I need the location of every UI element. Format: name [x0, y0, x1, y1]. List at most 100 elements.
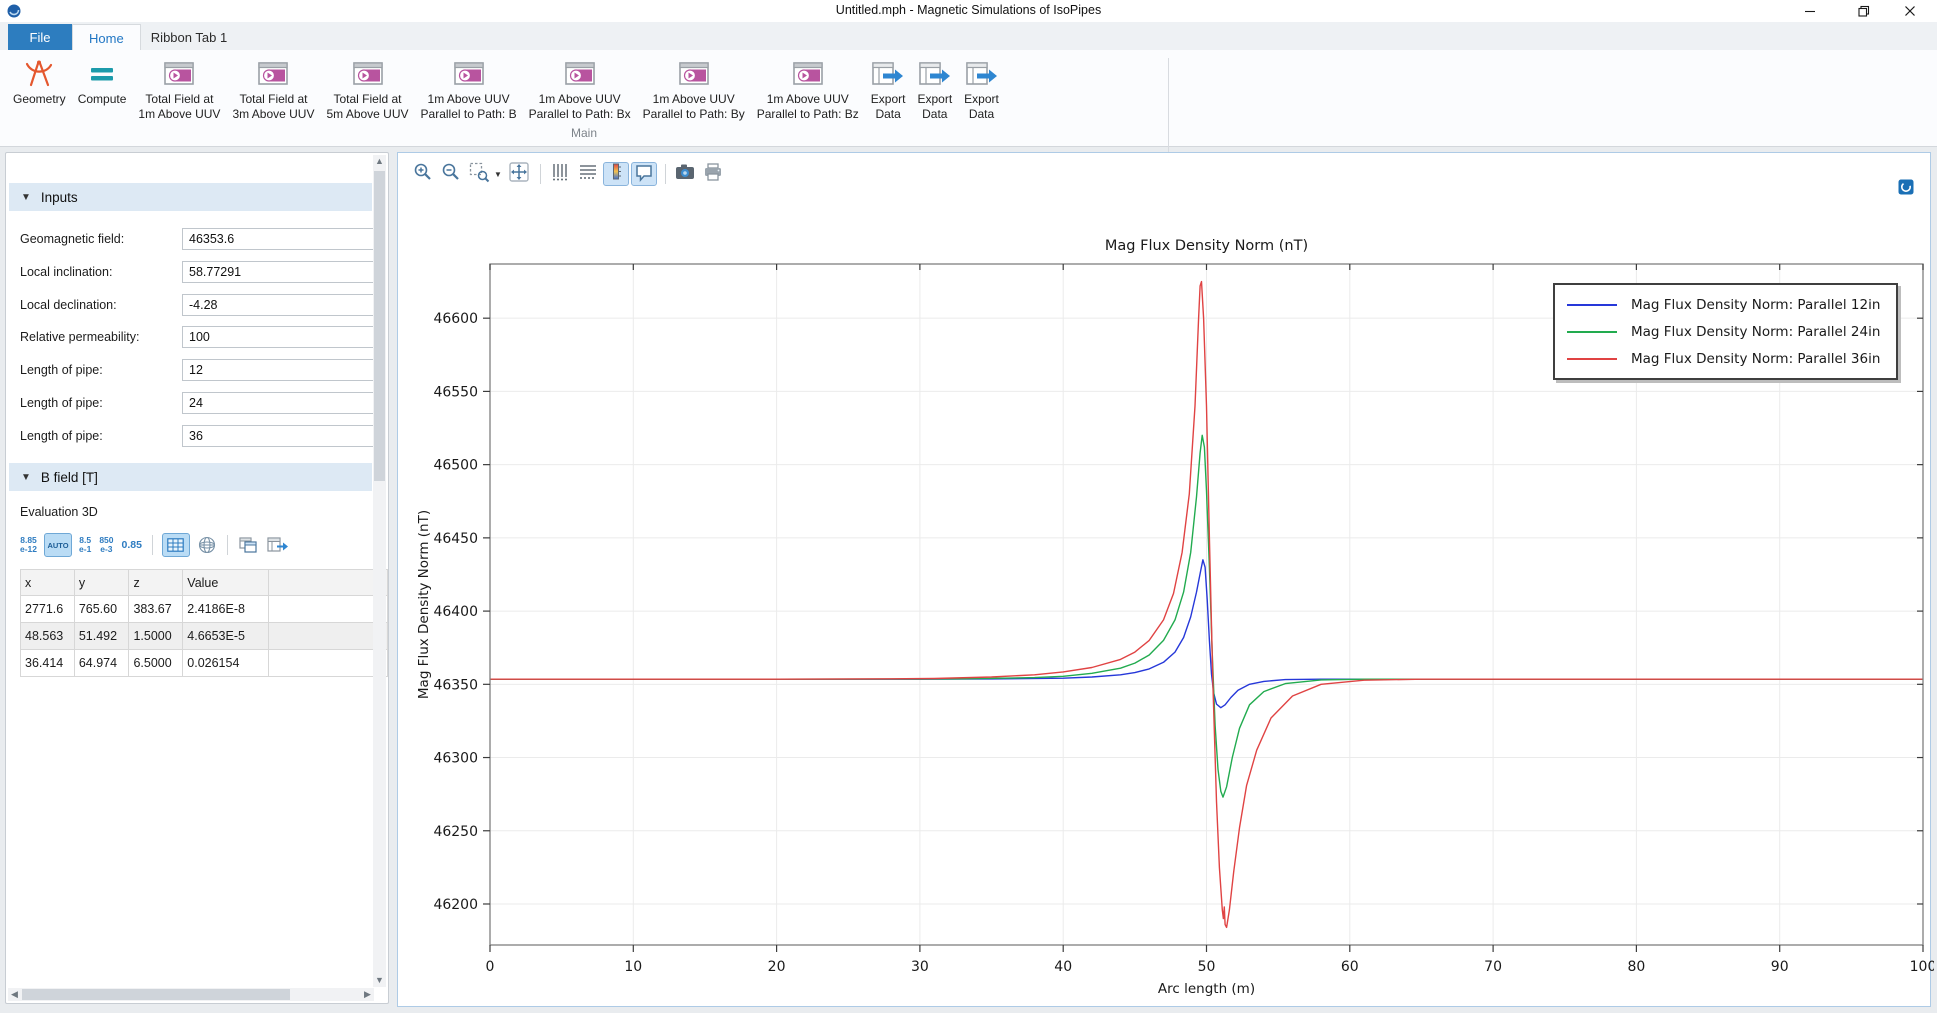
zoom-in-button[interactable]	[410, 162, 436, 186]
table-cell: 6.5000	[129, 650, 183, 677]
svg-text:90: 90	[1771, 959, 1789, 975]
ribbon-button-row: Geometry ComputeTotal Field at 1m Above U…	[8, 54, 1006, 123]
horizontal-scroll-thumb[interactable]	[22, 989, 290, 1000]
printer-icon	[702, 161, 724, 188]
field-input-1[interactable]: 58.77291	[182, 261, 376, 283]
ribbon-button-1m-above-uuv-parallel-to-path-bx[interactable]: 1m Above UUV Parallel to Path: Bx	[524, 54, 636, 123]
zoom-extents-icon	[508, 161, 530, 188]
snapshot-button[interactable]	[672, 162, 698, 186]
ribbon-button-total-field-at-5m-above-uuv[interactable]: Total Field at 5m Above UUV	[321, 54, 413, 123]
ribbon-tab-ribbon-tab-1[interactable]: Ribbon Tab 1	[135, 24, 243, 50]
table-cell: 64.974	[74, 650, 129, 677]
svg-text:10: 10	[624, 959, 642, 975]
field-input-4[interactable]: 12	[182, 359, 376, 381]
plot-window-icon	[162, 56, 196, 92]
field-input-0[interactable]: 46353.6	[182, 228, 376, 250]
title-bar: Untitled.mph - Magnetic Simulations of I…	[0, 0, 1937, 23]
close-button[interactable]	[1887, 0, 1933, 22]
ribbon-button-1m-above-uuv-parallel-to-path-b[interactable]: 1m Above UUV Parallel to Path: B	[416, 54, 522, 123]
toolbar-separator	[227, 535, 228, 555]
ribbon-button-label: Geometry	[13, 92, 66, 107]
ribbon-button-export-data[interactable]: Export Data	[912, 54, 957, 123]
export-window-icon	[965, 56, 999, 92]
grid-button[interactable]	[575, 162, 601, 186]
ribbon-button-export-data[interactable]: Export Data	[866, 54, 911, 123]
tooltip-toggle-button[interactable]	[631, 162, 657, 186]
grid-lines-icon	[577, 161, 599, 188]
color-legend-icon	[605, 161, 627, 188]
scroll-up-arrow[interactable]: ▲	[373, 155, 386, 168]
field-input-5[interactable]: 24	[182, 392, 376, 414]
ribbon-tab-file[interactable]: File	[8, 24, 72, 50]
table-row[interactable]: 2771.6765.60383.672.4186E-8	[21, 596, 388, 623]
inputs-section-header[interactable]: ▼ Inputs	[9, 183, 372, 211]
col-header-x[interactable]: x	[21, 570, 75, 596]
zoom-in-icon	[412, 161, 434, 188]
ribbon-button-1m-above-uuv-parallel-to-path-by[interactable]: 1m Above UUV Parallel to Path: By	[638, 54, 750, 123]
col-header-z[interactable]: z	[129, 570, 183, 596]
ribbon-button-1m-above-uuv-parallel-to-path-bz[interactable]: 1m Above UUV Parallel to Path: Bz	[752, 54, 864, 123]
auto-label: AUTO	[47, 541, 68, 550]
legend-entry: Mag Flux Density Norm: Parallel 36in	[1567, 345, 1880, 372]
vertical-scroll-thumb[interactable]	[374, 171, 385, 481]
auto-notation-button[interactable]: AUTO	[44, 533, 72, 557]
print-button[interactable]	[700, 162, 726, 186]
export-table-button[interactable]	[266, 536, 288, 554]
decimal-notation-button[interactable]: 0.85	[122, 533, 142, 557]
plot-window-icon	[563, 56, 597, 92]
zoom-out-button[interactable]	[438, 162, 464, 186]
ribbon-button-label: 1m Above UUV Parallel to Path: By	[643, 92, 745, 121]
scroll-down-arrow[interactable]: ▼	[373, 974, 386, 987]
axis-settings-button[interactable]	[547, 162, 573, 186]
col-header-Value[interactable]: Value	[183, 570, 269, 596]
evaluation-table[interactable]: xyzValue2771.6765.60383.672.4186E-848.56…	[20, 569, 388, 677]
scroll-right-arrow[interactable]: ▶	[361, 988, 374, 1001]
table-row[interactable]: 48.56351.4921.50004.6653E-5	[21, 623, 388, 650]
comsol-logo-icon[interactable]	[1898, 179, 1914, 195]
table-view-button[interactable]	[162, 533, 190, 557]
table-row[interactable]: 36.41464.9746.50000.026154	[21, 650, 388, 677]
ribbon-group-label: Main	[0, 126, 1168, 140]
ribbon-button-geometry[interactable]: Geometry	[8, 54, 71, 109]
table-cell-empty	[268, 650, 387, 677]
horizontal-scrollbar[interactable]: ◀ ▶	[8, 988, 374, 1001]
svg-text:46550: 46550	[433, 384, 478, 400]
minimize-button[interactable]	[1787, 0, 1833, 22]
geometry-icon	[23, 56, 55, 92]
ribbon-button-total-field-at-3m-above-uuv[interactable]: Total Field at 3m Above UUV	[227, 54, 319, 123]
field-label-0: Geomagnetic field:	[20, 227, 124, 251]
field-input-6[interactable]: 36	[182, 425, 376, 447]
zoom-box-button[interactable]	[466, 162, 492, 186]
ribbon-button-label: Export Data	[964, 92, 999, 121]
engineering-notation-button[interactable]: 850 e-3	[99, 536, 113, 554]
plot-window-icon	[351, 56, 385, 92]
svg-text:60: 60	[1341, 959, 1359, 975]
legend-line-swatch	[1567, 331, 1617, 333]
legend-toggle-button[interactable]	[603, 162, 629, 186]
bfield-section-header[interactable]: ▼ B field [T]	[9, 463, 372, 491]
ribbon-button-label: Total Field at 3m Above UUV	[232, 92, 314, 121]
compute-icon	[86, 56, 118, 92]
ribbon-button-export-data[interactable]: Export Data	[959, 54, 1004, 123]
table-cell: 0.026154	[183, 650, 269, 677]
maximize-button[interactable]	[1841, 0, 1887, 22]
dropdown-caret-icon[interactable]: ▼	[494, 170, 502, 179]
scientific-notation-button[interactable]: 8.5 e-1	[79, 536, 91, 554]
field-input-2[interactable]: -4.28	[182, 294, 376, 316]
zoom-extents-button[interactable]	[506, 162, 532, 186]
copy-table-button[interactable]	[238, 536, 258, 554]
sphere-view-button[interactable]	[197, 535, 217, 555]
scroll-left-arrow[interactable]: ◀	[8, 988, 21, 1001]
full-precision-button[interactable]: 8.85 e-12	[20, 536, 37, 554]
svg-text:50: 50	[1198, 959, 1216, 975]
col-header-y[interactable]: y	[74, 570, 129, 596]
export-window-icon	[918, 56, 952, 92]
svg-text:46300: 46300	[433, 751, 478, 767]
ribbon-button-compute[interactable]: Compute	[73, 54, 132, 109]
vertical-scrollbar[interactable]: ▲ ▼	[373, 155, 386, 987]
ribbon-tab-home[interactable]: Home	[72, 24, 141, 51]
ribbon-button-total-field-at-1m-above-uuv[interactable]: Total Field at 1m Above UUV	[133, 54, 225, 123]
graphics-panel: ▼ 01020304050607080901004620046250463004…	[397, 152, 1931, 1007]
field-input-3[interactable]: 100	[182, 326, 376, 348]
svg-text:46500: 46500	[433, 458, 478, 474]
